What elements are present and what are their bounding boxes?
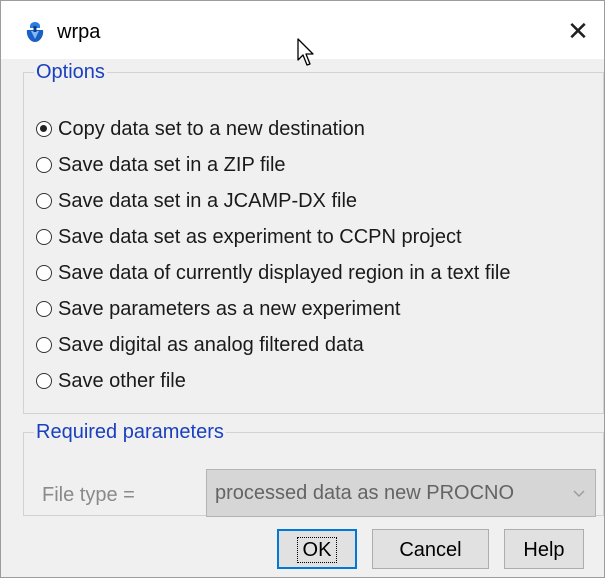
option-label: Copy data set to a new destination	[58, 117, 365, 140]
ok-button[interactable]: OK	[277, 529, 357, 569]
option-save-parameters[interactable]: Save parameters as a new experiment	[36, 294, 400, 324]
option-save-ccpn[interactable]: Save data set as experiment to CCPN proj…	[36, 222, 462, 252]
option-save-digital-analog[interactable]: Save digital as analog filtered data	[36, 330, 364, 360]
required-parameters-group: Required parameters File type = processe…	[23, 421, 604, 517]
option-save-zip[interactable]: Save data set in a ZIP file	[36, 150, 286, 180]
option-save-region-text[interactable]: Save data of currently displayed region …	[36, 258, 510, 288]
option-label: Save data set in a JCAMP-DX file	[58, 189, 358, 212]
chevron-down-icon	[573, 490, 585, 497]
file-type-label: File type =	[42, 484, 135, 506]
options-group: Options Copy data set to a new destinati…	[23, 61, 604, 414]
option-save-jcamp[interactable]: Save data set in a JCAMP-DX file	[36, 186, 357, 216]
file-type-value: processed data as new PROCNO	[215, 482, 515, 504]
option-label: Save data set as experiment to CCPN proj…	[58, 225, 462, 248]
bruker-app-icon	[26, 22, 44, 42]
help-button[interactable]: Help	[504, 529, 584, 569]
radio-button[interactable]	[36, 301, 52, 317]
radio-button[interactable]	[36, 121, 52, 137]
required-parameters-legend: Required parameters	[36, 421, 224, 443]
ok-button-label: OK	[296, 537, 338, 563]
option-label: Save other file	[58, 369, 186, 392]
close-icon[interactable]: ✕	[562, 15, 594, 47]
options-legend: Options	[36, 61, 105, 83]
radio-button[interactable]	[36, 337, 52, 353]
cancel-button[interactable]: Cancel	[372, 529, 489, 569]
wrpa-dialog: wrpa ✕ Options Copy data set to a new de…	[0, 0, 605, 578]
option-save-other-file[interactable]: Save other file	[36, 366, 186, 396]
option-copy-data-set[interactable]: Copy data set to a new destination	[36, 114, 365, 144]
option-label: Save data set in a ZIP file	[58, 153, 286, 176]
radio-button[interactable]	[36, 157, 52, 173]
window-title: wrpa	[57, 21, 101, 43]
option-label: Save parameters as a new experiment	[58, 297, 401, 320]
option-label: Save data of currently displayed region …	[58, 261, 511, 284]
radio-button[interactable]	[36, 193, 52, 209]
option-label: Save digital as analog filtered data	[58, 333, 364, 356]
radio-button[interactable]	[36, 373, 52, 389]
radio-button[interactable]	[36, 229, 52, 245]
radio-button[interactable]	[36, 265, 52, 281]
file-type-select[interactable]: processed data as new PROCNO	[206, 469, 596, 517]
